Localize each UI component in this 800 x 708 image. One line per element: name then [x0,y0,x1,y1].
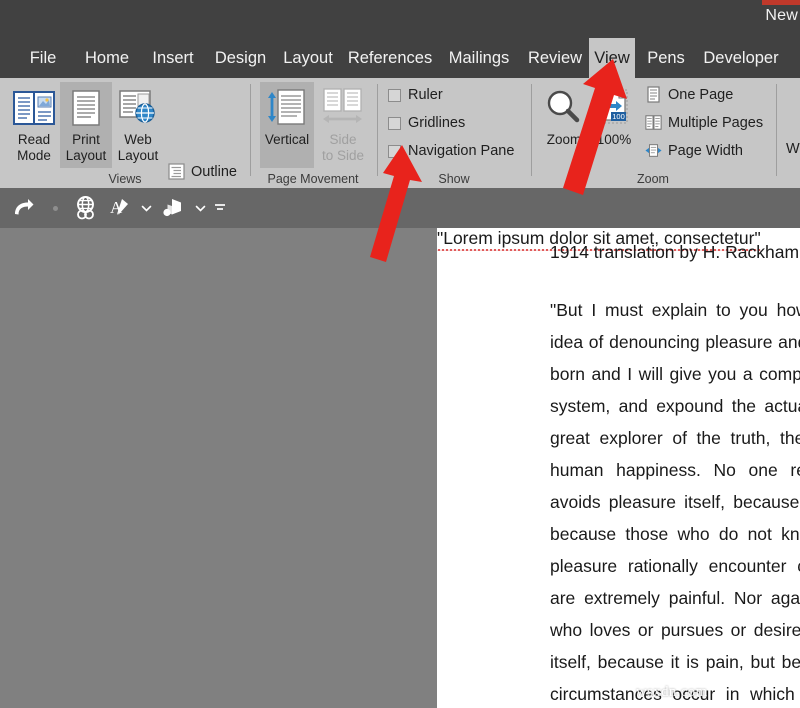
gridlines-label: Gridlines [408,115,466,131]
document-workspace[interactable]: "Lorem ipsum dolor sit amet, consectetur… [0,228,800,708]
vertical-label: Vertical [264,132,310,147]
gridlines-checkbox-row[interactable]: Gridlines [388,115,465,131]
ribbon-separator-4 [776,84,777,176]
tab-design[interactable]: Design [208,38,273,78]
ribbon: Read Mode Print Layout Web Layout Outlin… [0,78,800,208]
zoom-label: Zoom [546,132,582,147]
text-effects-chevron-down-icon[interactable] [136,188,156,228]
gridlines-checkbox[interactable] [388,116,401,130]
multiple-pages-label: Multiple Pages [668,114,764,131]
navigation-pane-checkbox-row[interactable]: Navigation Pane [388,143,514,159]
read-mode-label-line2: Mode [17,147,51,163]
svg-text:100: 100 [612,112,625,121]
ribbon-separator-1 [250,84,251,176]
web-layout-button[interactable]: Web Layout [112,82,164,168]
secondary-toolbar: A [0,188,800,228]
document-page[interactable]: "Lorem ipsum dolor sit amet, consectetur… [437,228,800,708]
vertical-button[interactable]: Vertical [260,82,314,168]
one-page-icon [645,86,662,103]
side-to-side-icon [320,84,366,132]
tab-insert[interactable]: Insert [142,38,204,78]
group-label-views: Views [108,172,142,186]
word-window: New File Home Insert Design Layout Refer… [0,0,800,708]
ribbon-separator-2 [377,84,378,176]
tab-references[interactable]: References [343,38,437,78]
group-label-show: Show [438,172,470,186]
read-mode-label-line1: Read [17,132,51,147]
tab-pens[interactable]: Pens [639,38,693,78]
page-width-button[interactable]: Page Width [645,142,743,159]
page-width-label: Page Width [668,142,743,159]
window-accent-bar [762,0,800,5]
ribbon-tab-strip: File Home Insert Design Layout Reference… [0,38,800,78]
side-to-side-button[interactable]: Side to Side [316,82,370,168]
multiple-pages-icon [645,114,662,131]
group-label-page-movement: Page Movement [267,172,359,186]
read-mode-icon [13,84,55,132]
shapes-3d-chevron-down-icon[interactable] [190,188,210,228]
new-label: New [765,7,798,24]
ruler-checkbox[interactable] [388,88,401,102]
group-label-window: W [786,141,800,157]
group-label-zoom: Zoom [637,172,669,186]
web-layout-label-line1: Web [124,132,152,147]
read-mode-button[interactable]: Read Mode [8,82,60,168]
zoom-button[interactable]: Zoom [540,82,588,168]
title-bar: New [0,0,800,38]
navigation-pane-checkbox[interactable] [388,144,401,158]
one-page-label: One Page [668,86,734,103]
side-to-side-label-line2: to Side [321,147,365,163]
web-layout-icon [118,84,158,132]
language-globe-icon[interactable] [68,188,104,228]
tab-mailings[interactable]: Mailings [441,38,517,78]
tab-review[interactable]: Review [521,38,589,78]
magnifier-icon [544,84,584,132]
redo-icon[interactable] [6,188,40,228]
one-page-button[interactable]: One Page [645,86,733,103]
zoom-100-label: 100% [596,132,632,147]
web-layout-label-line2: Layout [117,147,159,163]
zoom-100-button[interactable]: 100 100% [590,82,638,168]
tab-developer[interactable]: Developer [697,38,785,78]
doc-paragraph-rackham-quote: "But I must explain to you how all this … [550,300,800,704]
separator-dot [44,188,66,228]
navigation-pane-label: Navigation Pane [408,143,515,159]
tab-file[interactable]: File [14,38,72,78]
tab-home[interactable]: Home [76,38,138,78]
ruler-checkbox-row[interactable]: Ruler [388,87,443,103]
side-to-side-label-line1: Side [329,132,357,147]
print-layout-label-line2: Layout [65,147,107,163]
ribbon-separator-3 [531,84,532,176]
overflow-icon[interactable] [208,188,232,228]
vertical-scroll-icon [265,84,309,132]
shapes-3d-icon[interactable] [156,188,190,228]
tab-layout[interactable]: Layout [277,38,339,78]
tab-view[interactable]: View [589,38,635,78]
print-layout-button[interactable]: Print Layout [60,82,112,168]
ruler-label: Ruler [408,87,443,103]
document-body[interactable]: 1914 translation by H. Rackham "But I mu… [550,236,800,708]
text-effects-icon[interactable]: A [104,188,136,228]
doc-paragraph-heading: 1914 translation by H. Rackham [550,242,800,262]
print-layout-label-line1: Print [72,132,100,147]
multiple-pages-button[interactable]: Multiple Pages [645,114,763,131]
page-width-icon [645,142,662,159]
zoom-100-icon: 100 [594,84,634,132]
print-layout-icon [69,84,103,132]
watermark: wsxdn.com [636,684,708,700]
